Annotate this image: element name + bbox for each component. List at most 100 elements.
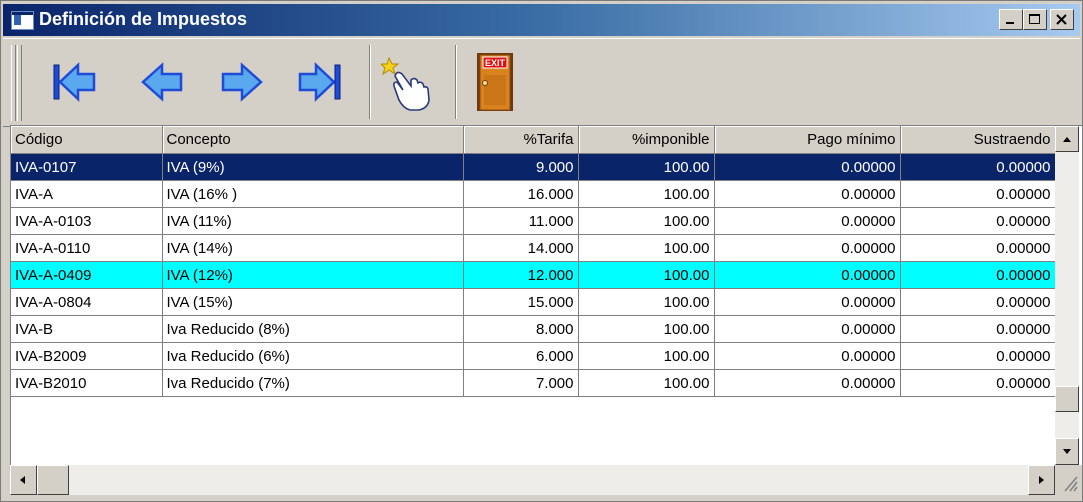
title-bar[interactable]: Definición de Impuestos <box>3 4 1080 36</box>
cell-sustraendo[interactable]: 0.00000 <box>900 315 1056 343</box>
cell-pago-minimo[interactable]: 0.00000 <box>714 207 901 235</box>
cell-concepto[interactable]: IVA (15%) <box>162 288 464 316</box>
select-button[interactable] <box>377 45 437 119</box>
cell-tarifa[interactable]: 8.000 <box>463 315 579 343</box>
table-row[interactable]: IVA-0107 IVA (9%) 9.000 100.00 0.00000 0.0000… <box>11 153 1056 181</box>
table-row[interactable]: IVA-A IVA (16% ) 16.000 100.00 0.00000 0.0000… <box>11 180 1056 208</box>
cell-concepto[interactable]: IVA (12%) <box>162 261 464 289</box>
scroll-down-button[interactable] <box>1055 438 1079 465</box>
cell-codigo[interactable]: IVA-B2010 <box>11 369 163 397</box>
cell-concepto[interactable]: Iva Reducido (7%) <box>162 369 464 397</box>
column-header-imponible[interactable]: %imponible <box>578 126 715 154</box>
cell-sustraendo[interactable]: 0.00000 <box>900 342 1056 370</box>
cell-tarifa[interactable]: 15.000 <box>463 288 579 316</box>
cell-codigo[interactable]: IVA-A-0110 <box>11 234 163 262</box>
cell-imponible[interactable]: 100.00 <box>578 369 715 397</box>
cell-concepto[interactable]: IVA (11%) <box>162 207 464 235</box>
cell-concepto[interactable]: Iva Reducido (6%) <box>162 342 464 370</box>
cell-pago-minimo[interactable]: 0.00000 <box>714 315 901 343</box>
cell-codigo[interactable]: IVA-0107 <box>11 153 163 181</box>
cell-sustraendo[interactable]: 0.00000 <box>900 207 1056 235</box>
table-row[interactable]: IVA-B2009 Iva Reducido (6%) 6.000 100.00 0.0… <box>11 342 1056 370</box>
cell-sustraendo[interactable]: 0.00000 <box>900 288 1056 316</box>
cell-codigo[interactable]: IVA-B <box>11 315 163 343</box>
cell-tarifa[interactable]: 14.000 <box>463 234 579 262</box>
next-record-button[interactable] <box>211 45 271 119</box>
column-header-sustraendo[interactable]: Sustraendo <box>900 126 1056 154</box>
cell-sustraendo[interactable]: 0.00000 <box>900 234 1056 262</box>
scroll-up-button[interactable] <box>1055 126 1079 152</box>
tax-definition-window: Definición de Impuestos EXIT Código Conc… <box>0 0 1083 502</box>
cell-pago-minimo[interactable]: 0.00000 <box>714 288 901 316</box>
last-record-button[interactable] <box>289 45 349 119</box>
cell-pago-minimo[interactable]: 0.00000 <box>714 369 901 397</box>
toolbar-grip[interactable] <box>11 45 16 121</box>
cell-sustraendo[interactable]: 0.00000 <box>900 261 1056 289</box>
column-header-tarifa[interactable]: %Tarifa <box>463 126 579 154</box>
cell-imponible[interactable]: 100.00 <box>578 342 715 370</box>
table-row[interactable]: IVA-A-0409 IVA (12%) 12.000 100.00 0.00000 0.… <box>11 261 1056 289</box>
cell-concepto[interactable]: Iva Reducido (8%) <box>162 315 464 343</box>
previous-record-button[interactable] <box>133 45 193 119</box>
cell-sustraendo[interactable]: 0.00000 <box>900 369 1056 397</box>
cell-sustraendo[interactable]: 0.00000 <box>900 180 1056 208</box>
scroll-right-button[interactable] <box>1028 465 1055 495</box>
column-header-pago-minimo[interactable]: Pago mínimo <box>714 126 901 154</box>
toolbar-separator <box>369 45 371 119</box>
vertical-scrollbar[interactable] <box>1055 126 1079 466</box>
scroll-thumb[interactable] <box>1055 386 1079 412</box>
cell-codigo[interactable]: IVA-A-0103 <box>11 207 163 235</box>
cell-tarifa[interactable]: 12.000 <box>463 261 579 289</box>
maximize-button[interactable] <box>1023 9 1047 30</box>
cell-imponible[interactable]: 100.00 <box>578 207 715 235</box>
cell-tarifa[interactable]: 6.000 <box>463 342 579 370</box>
close-button[interactable] <box>1050 9 1074 30</box>
cell-tarifa[interactable]: 11.000 <box>463 207 579 235</box>
table-row[interactable]: IVA-A-0103 IVA (11%) 11.000 100.00 0.00000 0.… <box>11 207 1056 235</box>
cell-concepto[interactable]: IVA (16% ) <box>162 180 464 208</box>
cell-codigo[interactable]: IVA-A-0804 <box>11 288 163 316</box>
table-row[interactable]: IVA-B Iva Reducido (8%) 8.000 100.00 0.00000… <box>11 315 1056 343</box>
close-icon <box>1056 14 1067 25</box>
toolbar: EXIT <box>3 38 1080 127</box>
arrow-up-icon <box>1063 137 1071 142</box>
scroll-left-button[interactable] <box>10 465 37 495</box>
table-row[interactable]: IVA-A-0804 IVA (15%) 15.000 100.00 0.00000 0.… <box>11 288 1056 316</box>
cell-sustraendo[interactable]: 0.00000 <box>900 153 1056 181</box>
cell-tarifa[interactable]: 16.000 <box>463 180 579 208</box>
cell-codigo[interactable]: IVA-A-0409 <box>11 261 163 289</box>
exit-button[interactable]: EXIT <box>465 45 525 119</box>
arrow-left-icon <box>141 62 183 102</box>
cell-imponible[interactable]: 100.00 <box>578 234 715 262</box>
cell-codigo[interactable]: IVA-A <box>11 180 163 208</box>
cell-pago-minimo[interactable]: 0.00000 <box>714 234 901 262</box>
tax-grid[interactable]: Código Concepto %Tarifa %imponible Pago … <box>10 125 1082 465</box>
arrow-first-icon <box>53 62 96 102</box>
cell-imponible[interactable]: 100.00 <box>578 180 715 208</box>
cell-tarifa[interactable]: 9.000 <box>463 153 579 181</box>
horizontal-scroll-thumb[interactable] <box>37 465 69 495</box>
table-row[interactable]: IVA-B2010 Iva Reducido (7%) 7.000 100.00 0.0… <box>11 369 1056 397</box>
cell-imponible[interactable]: 100.00 <box>578 261 715 289</box>
cell-imponible[interactable]: 100.00 <box>578 315 715 343</box>
cell-pago-minimo[interactable]: 0.00000 <box>714 180 901 208</box>
column-header-codigo[interactable]: Código <box>11 126 163 154</box>
minimize-button[interactable] <box>999 9 1023 30</box>
column-header-concepto[interactable]: Concepto <box>162 126 464 154</box>
toolbar-grip[interactable] <box>17 45 22 121</box>
cell-pago-minimo[interactable]: 0.00000 <box>714 261 901 289</box>
cell-imponible[interactable]: 100.00 <box>578 153 715 181</box>
cell-codigo[interactable]: IVA-B2009 <box>11 342 163 370</box>
first-record-button[interactable] <box>45 45 105 119</box>
size-grip[interactable] <box>1055 465 1080 495</box>
cell-pago-minimo[interactable]: 0.00000 <box>714 153 901 181</box>
cell-concepto[interactable]: IVA (14%) <box>162 234 464 262</box>
table-row[interactable]: IVA-A-0110 IVA (14%) 14.000 100.00 0.00000 0.… <box>11 234 1056 262</box>
cell-pago-minimo[interactable]: 0.00000 <box>714 342 901 370</box>
cell-tarifa[interactable]: 7.000 <box>463 369 579 397</box>
minimize-icon <box>1006 22 1014 24</box>
horizontal-scrollbar[interactable] <box>10 465 1055 495</box>
cell-imponible[interactable]: 100.00 <box>578 288 715 316</box>
arrow-right-small-icon <box>1039 476 1044 484</box>
cell-concepto[interactable]: IVA (9%) <box>162 153 464 181</box>
